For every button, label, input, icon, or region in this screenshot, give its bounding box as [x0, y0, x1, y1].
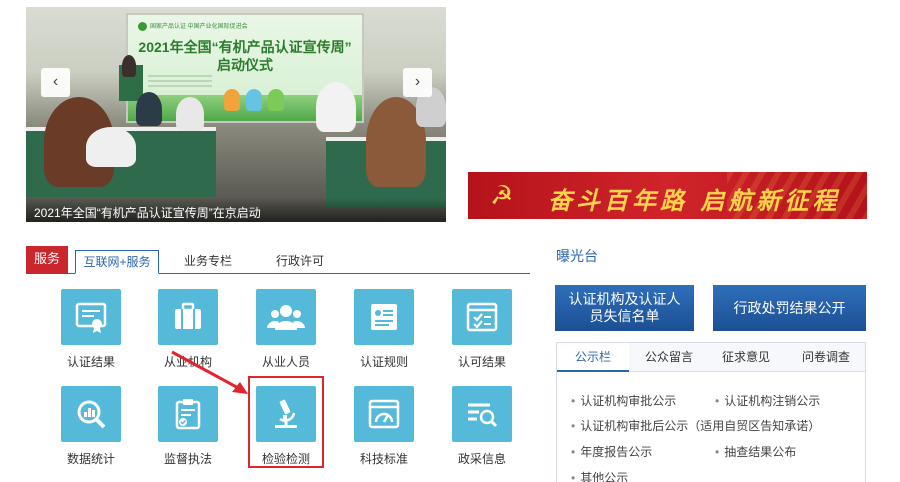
- people-icon: [256, 289, 316, 345]
- red-arrow-icon: [171, 350, 248, 394]
- service-label: 从业人员: [261, 355, 310, 369]
- tab-business-column[interactable]: 业务专栏: [166, 250, 250, 274]
- list-item[interactable]: 认证机构审批后公示（适用自贸区告知承诺）: [571, 417, 820, 434]
- service-label: 科技标准: [359, 452, 408, 466]
- service-statistics[interactable]: 数据统计: [56, 386, 126, 474]
- document-rules-icon: [354, 289, 414, 345]
- penalty-results-button[interactable]: 行政处罚结果公开: [713, 285, 866, 331]
- carousel-next-button[interactable]: ›: [403, 68, 432, 97]
- screen-title-1: 2021年全国“有机产品认证宣传周”: [138, 39, 352, 55]
- service-label: 认可结果: [457, 355, 506, 369]
- highlight-box: [248, 376, 324, 468]
- mascot: [246, 89, 262, 111]
- party-banner[interactable]: ☭ 奋斗百年路 启航新征程: [468, 172, 867, 219]
- service-certification-results[interactable]: 认证结果: [56, 289, 126, 377]
- search-list-icon: [452, 386, 512, 442]
- speaker: [122, 55, 136, 77]
- carousel-photo: 国家产品认证 中国产业化国际促进会 2021年全国“有机产品认证宣传周” 启动仪…: [26, 7, 446, 222]
- exposure-title: 曝光台: [556, 248, 598, 264]
- list-item[interactable]: 认证机构注销公示: [715, 392, 820, 409]
- list-item[interactable]: 年度报告公示: [571, 443, 652, 460]
- service-heading: 服务: [26, 246, 68, 274]
- attendee: [86, 127, 136, 167]
- service-practitioners[interactable]: 从业人员: [251, 289, 321, 377]
- screen-logo: 国家产品认证 中国产业化国际促进会: [138, 21, 248, 31]
- tab-opinion-solicitation[interactable]: 征求意见: [709, 343, 783, 372]
- attendee: [176, 97, 204, 131]
- service-certification-rules[interactable]: 认证规则: [349, 289, 419, 377]
- briefcase-icon: [158, 289, 218, 345]
- chevron-right-icon: ›: [414, 73, 421, 90]
- list-item[interactable]: 抽查结果公布: [715, 443, 796, 460]
- list-item[interactable]: 认证机构审批公示: [571, 392, 676, 409]
- service-label: 监督执法: [163, 452, 212, 466]
- banner-decoration: [727, 172, 867, 219]
- tab-questionnaire[interactable]: 问卷调查: [787, 343, 865, 372]
- screen-title-2: 启动仪式: [217, 57, 273, 73]
- carousel-caption[interactable]: 2021年全国“有机产品认证宣传周”在京启动: [26, 198, 446, 222]
- attendee: [136, 92, 162, 126]
- attendee: [316, 82, 356, 132]
- chevron-left-icon: ‹: [52, 73, 59, 90]
- magnifier-chart-icon: [61, 386, 121, 442]
- service-tech-standards[interactable]: 科技标准: [349, 386, 419, 474]
- mascot: [268, 89, 284, 111]
- hammer-sickle-icon: ☭: [490, 180, 514, 210]
- service-procurement[interactable]: 政采信息: [447, 386, 517, 474]
- screen-subtext: [148, 75, 212, 89]
- mascot: [224, 89, 240, 111]
- notice-tabs: 公示栏 公众留言 征求意见 问卷调查: [556, 342, 866, 372]
- checklist-window-icon: [452, 289, 512, 345]
- service-label: 政采信息: [457, 452, 506, 466]
- tab-administrative-license[interactable]: 行政许可: [258, 250, 342, 274]
- service-label: 数据统计: [66, 452, 115, 466]
- service-label: 认证规则: [359, 355, 408, 369]
- service-tabs: 服务 互联网+服务 业务专栏 行政许可: [26, 246, 530, 274]
- list-item[interactable]: 其他公示: [571, 469, 628, 482]
- service-accreditation-results[interactable]: 认可结果: [447, 289, 517, 377]
- service-label: 认证结果: [66, 355, 115, 369]
- dishonest-list-button[interactable]: 认证机构及认证人员失信名单: [555, 285, 694, 331]
- notice-list: 认证机构审批公示 认证机构注销公示 认证机构审批后公示（适用自贸区告知承诺） 年…: [556, 372, 866, 482]
- tab-public-messages[interactable]: 公众留言: [633, 343, 705, 372]
- certificate-icon: [61, 289, 121, 345]
- news-carousel[interactable]: 国家产品认证 中国产业化国际促进会 2021年全国“有机产品认证宣传周” 启动仪…: [26, 7, 446, 222]
- tab-internet-plus-service[interactable]: 互联网+服务: [75, 250, 159, 274]
- gauge-window-icon: [354, 386, 414, 442]
- carousel-prev-button[interactable]: ‹: [41, 68, 70, 97]
- tab-notice-board[interactable]: 公示栏: [557, 343, 629, 372]
